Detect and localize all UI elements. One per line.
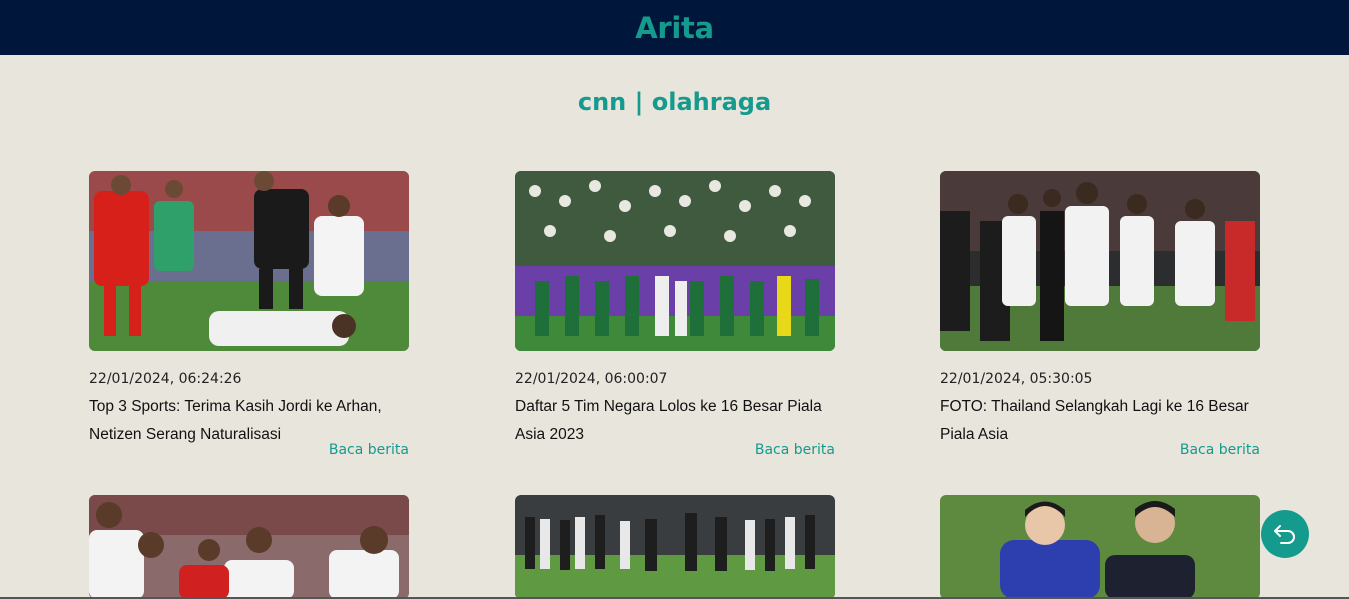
article-date: 22/01/2024, 06:24:26: [89, 371, 242, 387]
news-card: 22/01/2024, 06:00:07 Daftar 5 Tim Negara…: [515, 171, 835, 461]
news-thumbnail[interactable]: [515, 171, 835, 351]
top-navbar: Arita: [0, 0, 1349, 55]
article-title[interactable]: FOTO: Thailand Selangkah Lagi ke 16 Besa…: [940, 393, 1260, 449]
article-date: 22/01/2024, 05:30:05: [940, 371, 1093, 387]
article-date: 22/01/2024, 06:00:07: [515, 371, 668, 387]
news-thumbnail[interactable]: [940, 495, 1260, 599]
back-arrow-icon: [1274, 525, 1295, 544]
article-title[interactable]: Daftar 5 Tim Negara Lolos ke 16 Besar Pi…: [515, 393, 835, 449]
news-card: 22/01/2024, 05:30:05 FOTO: Thailand Sela…: [940, 171, 1260, 461]
news-thumbnail[interactable]: [515, 495, 835, 599]
news-thumbnail[interactable]: [89, 495, 409, 599]
news-thumbnail[interactable]: [89, 171, 409, 351]
brand-logo[interactable]: Arita: [635, 11, 714, 45]
read-more-link[interactable]: Baca berita: [755, 442, 835, 458]
news-card: 22/01/2024, 06:24:26 Top 3 Sports: Terim…: [89, 171, 409, 461]
article-title[interactable]: Top 3 Sports: Terima Kasih Jordi ke Arha…: [89, 393, 409, 449]
news-card: [940, 495, 1260, 599]
news-thumbnail[interactable]: [940, 171, 1260, 351]
read-more-link[interactable]: Baca berita: [1180, 442, 1260, 458]
news-card: [515, 495, 835, 599]
news-card: [89, 495, 409, 599]
section-title: cnn | olahraga: [577, 88, 772, 116]
read-more-link[interactable]: Baca berita: [329, 442, 409, 458]
back-button[interactable]: [1261, 510, 1309, 558]
